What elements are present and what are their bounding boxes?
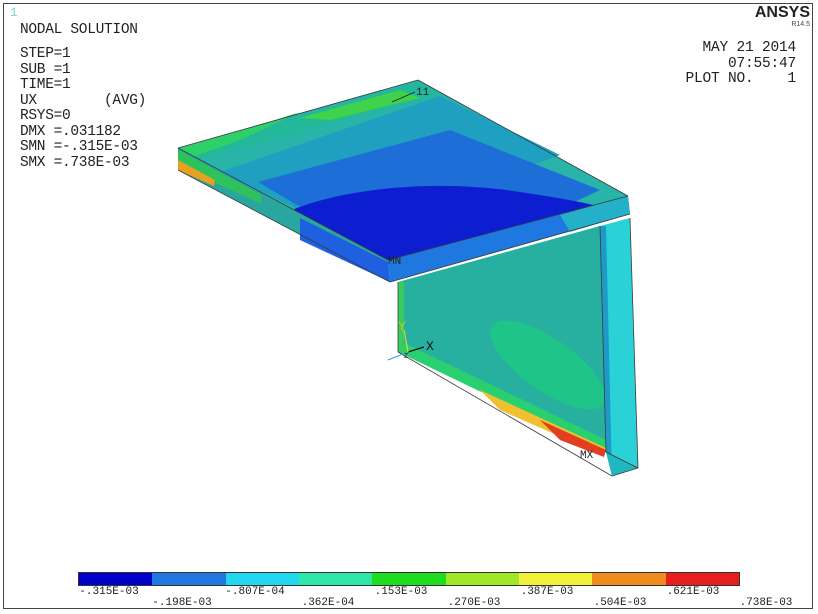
contour-legend-bar: [78, 572, 740, 586]
legend-label-5: .153E-03: [374, 586, 428, 598]
legend-band-8: [592, 573, 666, 585]
y-axis-label: Y: [398, 319, 406, 334]
legend-band-1: [79, 573, 153, 585]
legend-label-10: .738E-03: [739, 597, 793, 609]
legend-label-8: .504E-03: [593, 597, 647, 609]
legend-band-6: [445, 573, 519, 585]
legend-band-3: [225, 573, 299, 585]
legend-label-2: -.198E-03: [152, 597, 212, 609]
legend-label-1: -.315E-03: [79, 586, 139, 598]
legend-band-2: [152, 573, 226, 585]
legend-band-9: [665, 573, 739, 585]
node-label-top: 11: [416, 87, 430, 99]
mx-marker: MX: [580, 450, 594, 462]
legend-label-6: .270E-03: [447, 597, 501, 609]
legend-label-4: .362E-04: [301, 597, 355, 609]
x-axis-label: X: [426, 339, 434, 354]
z-axis-label: Z: [404, 353, 408, 361]
legend-label-3: -.807E-04: [225, 586, 285, 598]
legend-label-7: .387E-03: [520, 586, 574, 598]
legend-label-9: .621E-03: [666, 586, 720, 598]
legend-band-5: [372, 573, 446, 585]
contour-model-view[interactable]: 11 MN MX X Y Z: [0, 0, 818, 614]
legend-band-4: [298, 573, 373, 585]
legend-band-7: [518, 573, 593, 585]
mn-marker: MN: [388, 256, 401, 268]
